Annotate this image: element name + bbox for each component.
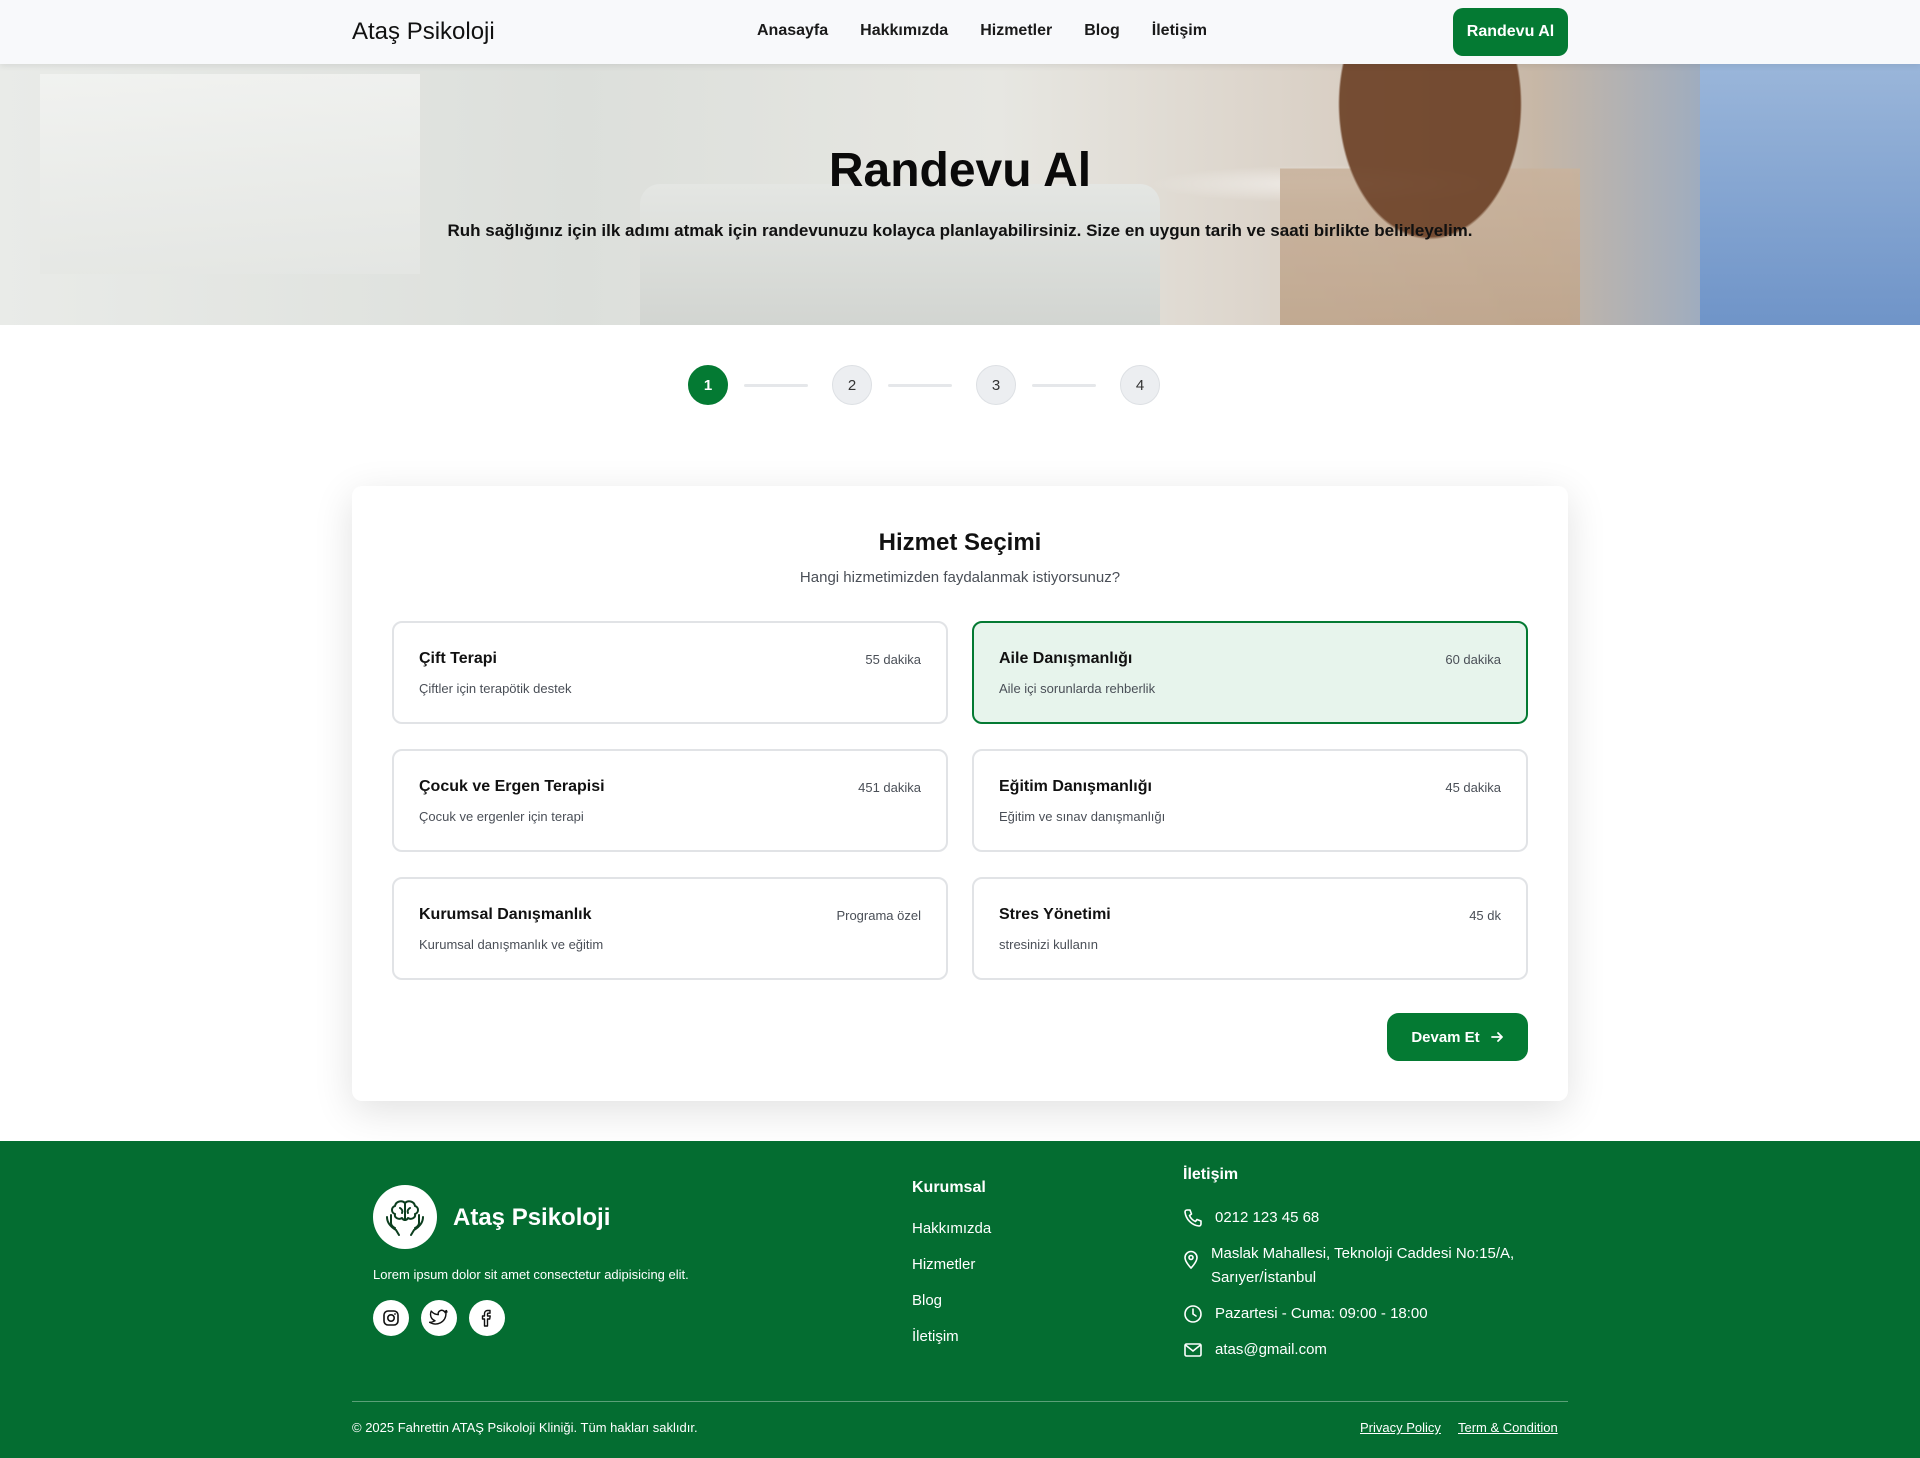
address-line-1: Maslak Mahallesi, Teknoloji Caddesi No:1… (1211, 1245, 1515, 1262)
terms-link[interactable]: Term & Condition (1458, 1420, 1558, 1435)
service-duration: Programa özel (836, 908, 921, 923)
nav-link-home[interactable]: Anasayfa (757, 22, 828, 40)
clock-icon (1184, 1305, 1202, 1323)
privacy-policy-link[interactable]: Privacy Policy (1360, 1420, 1441, 1435)
service-option-education-counseling[interactable]: Eğitim Danışmanlığı 45 dakika Eğitim ve … (972, 749, 1528, 852)
step-connector (888, 383, 952, 387)
service-description: Çocuk ve ergenler için terapi (419, 809, 584, 824)
footer-description: Lorem ipsum dolor sit amet consectetur a… (373, 1267, 689, 1282)
appointment-button[interactable]: Randevu Al (1453, 8, 1568, 56)
footer-brand: Ataş Psikoloji (453, 1204, 611, 1231)
footer-link-blog[interactable]: Blog (912, 1292, 942, 1309)
progress-stepper: 1 2 3 4 (688, 365, 1160, 405)
footer-link-contact[interactable]: İletişim (912, 1328, 959, 1345)
hero-banner: Randevu Al Ruh sağlığınız için ilk adımı… (0, 64, 1920, 325)
service-option-corporate-counseling[interactable]: Kurumsal Danışmanlık Programa özel Kurum… (392, 877, 948, 980)
facebook-icon[interactable] (469, 1300, 505, 1336)
service-description: Aile içi sorunlarda rehberlik (999, 681, 1156, 696)
service-name: Çift Terapi (419, 650, 497, 667)
service-description: Kurumsal danışmanlık ve eğitim (419, 937, 604, 952)
nav-link-about[interactable]: Hakkımızda (860, 22, 948, 40)
page-title: Randevu Al (828, 144, 1092, 197)
service-description: stresinizi kullanın (999, 937, 1098, 952)
footer-divider (352, 1401, 1568, 1402)
step-1: 1 (688, 365, 728, 405)
working-hours: Pazartesi - Cuma: 09:00 - 18:00 (1215, 1305, 1428, 1322)
nav-link-services[interactable]: Hizmetler (980, 22, 1052, 40)
footer-contact-title: İletişim (1183, 1166, 1239, 1183)
footer-link-about[interactable]: Hakkımızda (912, 1220, 991, 1237)
footer-phone: 0212 123 45 68 (1183, 1206, 1319, 1230)
service-name: Stres Yönetimi (999, 906, 1111, 923)
location-pin-icon (1184, 1250, 1198, 1270)
step-3: 3 (976, 365, 1016, 405)
service-description: Eğitim ve sınav danışmanlığı (999, 809, 1166, 824)
arrow-right-icon (1490, 1032, 1503, 1042)
footer-hours: Pazartesi - Cuma: 09:00 - 18:00 (1183, 1302, 1428, 1326)
service-description: Çiftler için terapötik destek (419, 681, 572, 696)
service-option-stress-management[interactable]: Stres Yönetimi 45 dk stresinizi kullanın (972, 877, 1528, 980)
step-connector (744, 383, 808, 387)
continue-button-label: Devam Et (1411, 1028, 1480, 1046)
phone-icon (1184, 1209, 1202, 1227)
brain-hands-icon (386, 1200, 424, 1236)
instagram-icon[interactable] (373, 1300, 409, 1336)
service-option-family-counseling[interactable]: Aile Danışmanlığı 60 dakika Aile içi sor… (972, 621, 1528, 724)
service-name: Kurumsal Danışmanlık (419, 906, 592, 923)
twitter-icon[interactable] (421, 1300, 457, 1336)
hero-background-sofa (640, 184, 1160, 325)
service-name: Eğitim Danışmanlığı (999, 778, 1152, 795)
phone-number[interactable]: 0212 123 45 68 (1215, 1206, 1319, 1230)
step-2: 2 (832, 365, 872, 405)
site-footer: Ataş Psikoloji Lorem ipsum dolor sit ame… (0, 1141, 1920, 1458)
section-title: Hizmet Seçimi (878, 529, 1042, 556)
service-option-couple-therapy[interactable]: Çift Terapi 55 dakika Çiftler için terap… (392, 621, 948, 724)
main-nav: Anasayfa Hakkımızda Hizmetler Blog İleti… (757, 22, 1207, 40)
step-4: 4 (1120, 365, 1160, 405)
service-duration: 45 dk (1469, 908, 1501, 923)
service-duration: 45 dakika (1445, 780, 1501, 795)
continue-button[interactable]: Devam Et (1387, 1013, 1528, 1061)
footer-logo (373, 1185, 437, 1249)
footer-address: Maslak Mahallesi, Teknoloji Caddesi No:1… (1183, 1242, 1514, 1290)
step-connector (1032, 383, 1096, 387)
brand-logo-text[interactable]: Ataş Psikoloji (352, 18, 495, 46)
service-option-child-teen-therapy[interactable]: Çocuk ve Ergen Terapisi 451 dakika Çocuk… (392, 749, 948, 852)
copyright-text: © 2025 Fahrettin ATAŞ Psikoloji Kliniği.… (352, 1420, 698, 1435)
mail-icon (1184, 1343, 1202, 1357)
service-name: Çocuk ve Ergen Terapisi (419, 778, 605, 795)
email-address[interactable]: atas@gmail.com (1215, 1338, 1327, 1362)
service-name: Aile Danışmanlığı (999, 650, 1133, 667)
nav-link-contact[interactable]: İletişim (1152, 22, 1207, 40)
social-links (373, 1300, 505, 1336)
address-line-2: Sarıyer/İstanbul (1211, 1269, 1317, 1286)
footer-link-services[interactable]: Hizmetler (912, 1256, 975, 1273)
nav-link-blog[interactable]: Blog (1084, 22, 1120, 40)
hero-subtitle: Ruh sağlığınız için ilk adımı atmak için… (447, 221, 1473, 240)
service-selection-card: Hizmet Seçimi Hangi hizmetimizden faydal… (352, 486, 1568, 1101)
footer-email: atas@gmail.com (1183, 1338, 1327, 1362)
section-subtitle: Hangi hizmetimizden faydalanmak istiyors… (799, 569, 1121, 586)
footer-corporate-title: Kurumsal (912, 1179, 986, 1196)
top-navbar: Ataş Psikoloji Anasayfa Hakkımızda Hizme… (0, 0, 1920, 64)
service-duration: 60 dakika (1445, 652, 1501, 667)
service-duration: 451 dakika (858, 780, 921, 795)
service-duration: 55 dakika (865, 652, 921, 667)
